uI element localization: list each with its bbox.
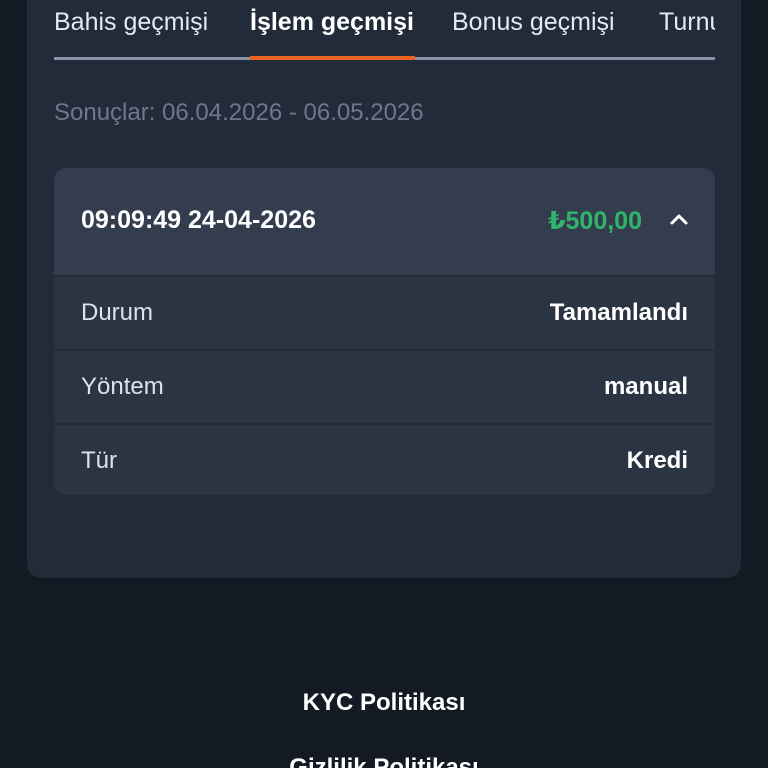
detail-label: Durum (81, 299, 154, 326)
transaction-card: 09:09:49 24-04-2026 ₺500,00 Durum Tamaml… (54, 168, 715, 495)
chevron-up-icon[interactable] (667, 208, 691, 232)
transaction-card-header[interactable]: 09:09:49 24-04-2026 ₺500,00 (54, 168, 715, 275)
detail-row-method: Yöntem manual (54, 349, 715, 423)
tab-transaction-history[interactable]: İşlem geçmişi (250, 8, 414, 37)
tab-bonus-history[interactable]: Bonus geçmişi (452, 8, 615, 37)
footer-link-privacy-policy[interactable]: Gizlilik Politikası (0, 754, 768, 768)
active-tab-indicator (250, 56, 415, 60)
detail-label: Yöntem (81, 373, 164, 400)
results-date-range: Sonuçlar: 06.04.2026 - 06.05.2026 (54, 99, 424, 126)
tab-tournament[interactable]: Turnuva (659, 8, 715, 37)
transaction-datetime: 09:09:49 24-04-2026 (81, 206, 316, 234)
detail-value: manual (603, 373, 688, 400)
detail-row-status: Durum Tamamlandı (54, 275, 715, 349)
history-tabs: Bahis geçmişi İşlem geçmişi Bonus geçmiş… (54, 0, 715, 61)
detail-value: Kredi (626, 447, 688, 474)
detail-row-type: Tür Kredi (54, 423, 715, 495)
transaction-history-page: Bahis geçmişi İşlem geçmişi Bonus geçmiş… (0, 0, 768, 768)
detail-value: Tamamlandı (549, 299, 688, 326)
detail-label: Tür (81, 447, 117, 474)
tab-bet-history[interactable]: Bahis geçmişi (54, 8, 208, 37)
transaction-amount: ₺500,00 (548, 207, 642, 235)
footer-link-kyc-policy[interactable]: KYC Politikası (0, 689, 768, 717)
